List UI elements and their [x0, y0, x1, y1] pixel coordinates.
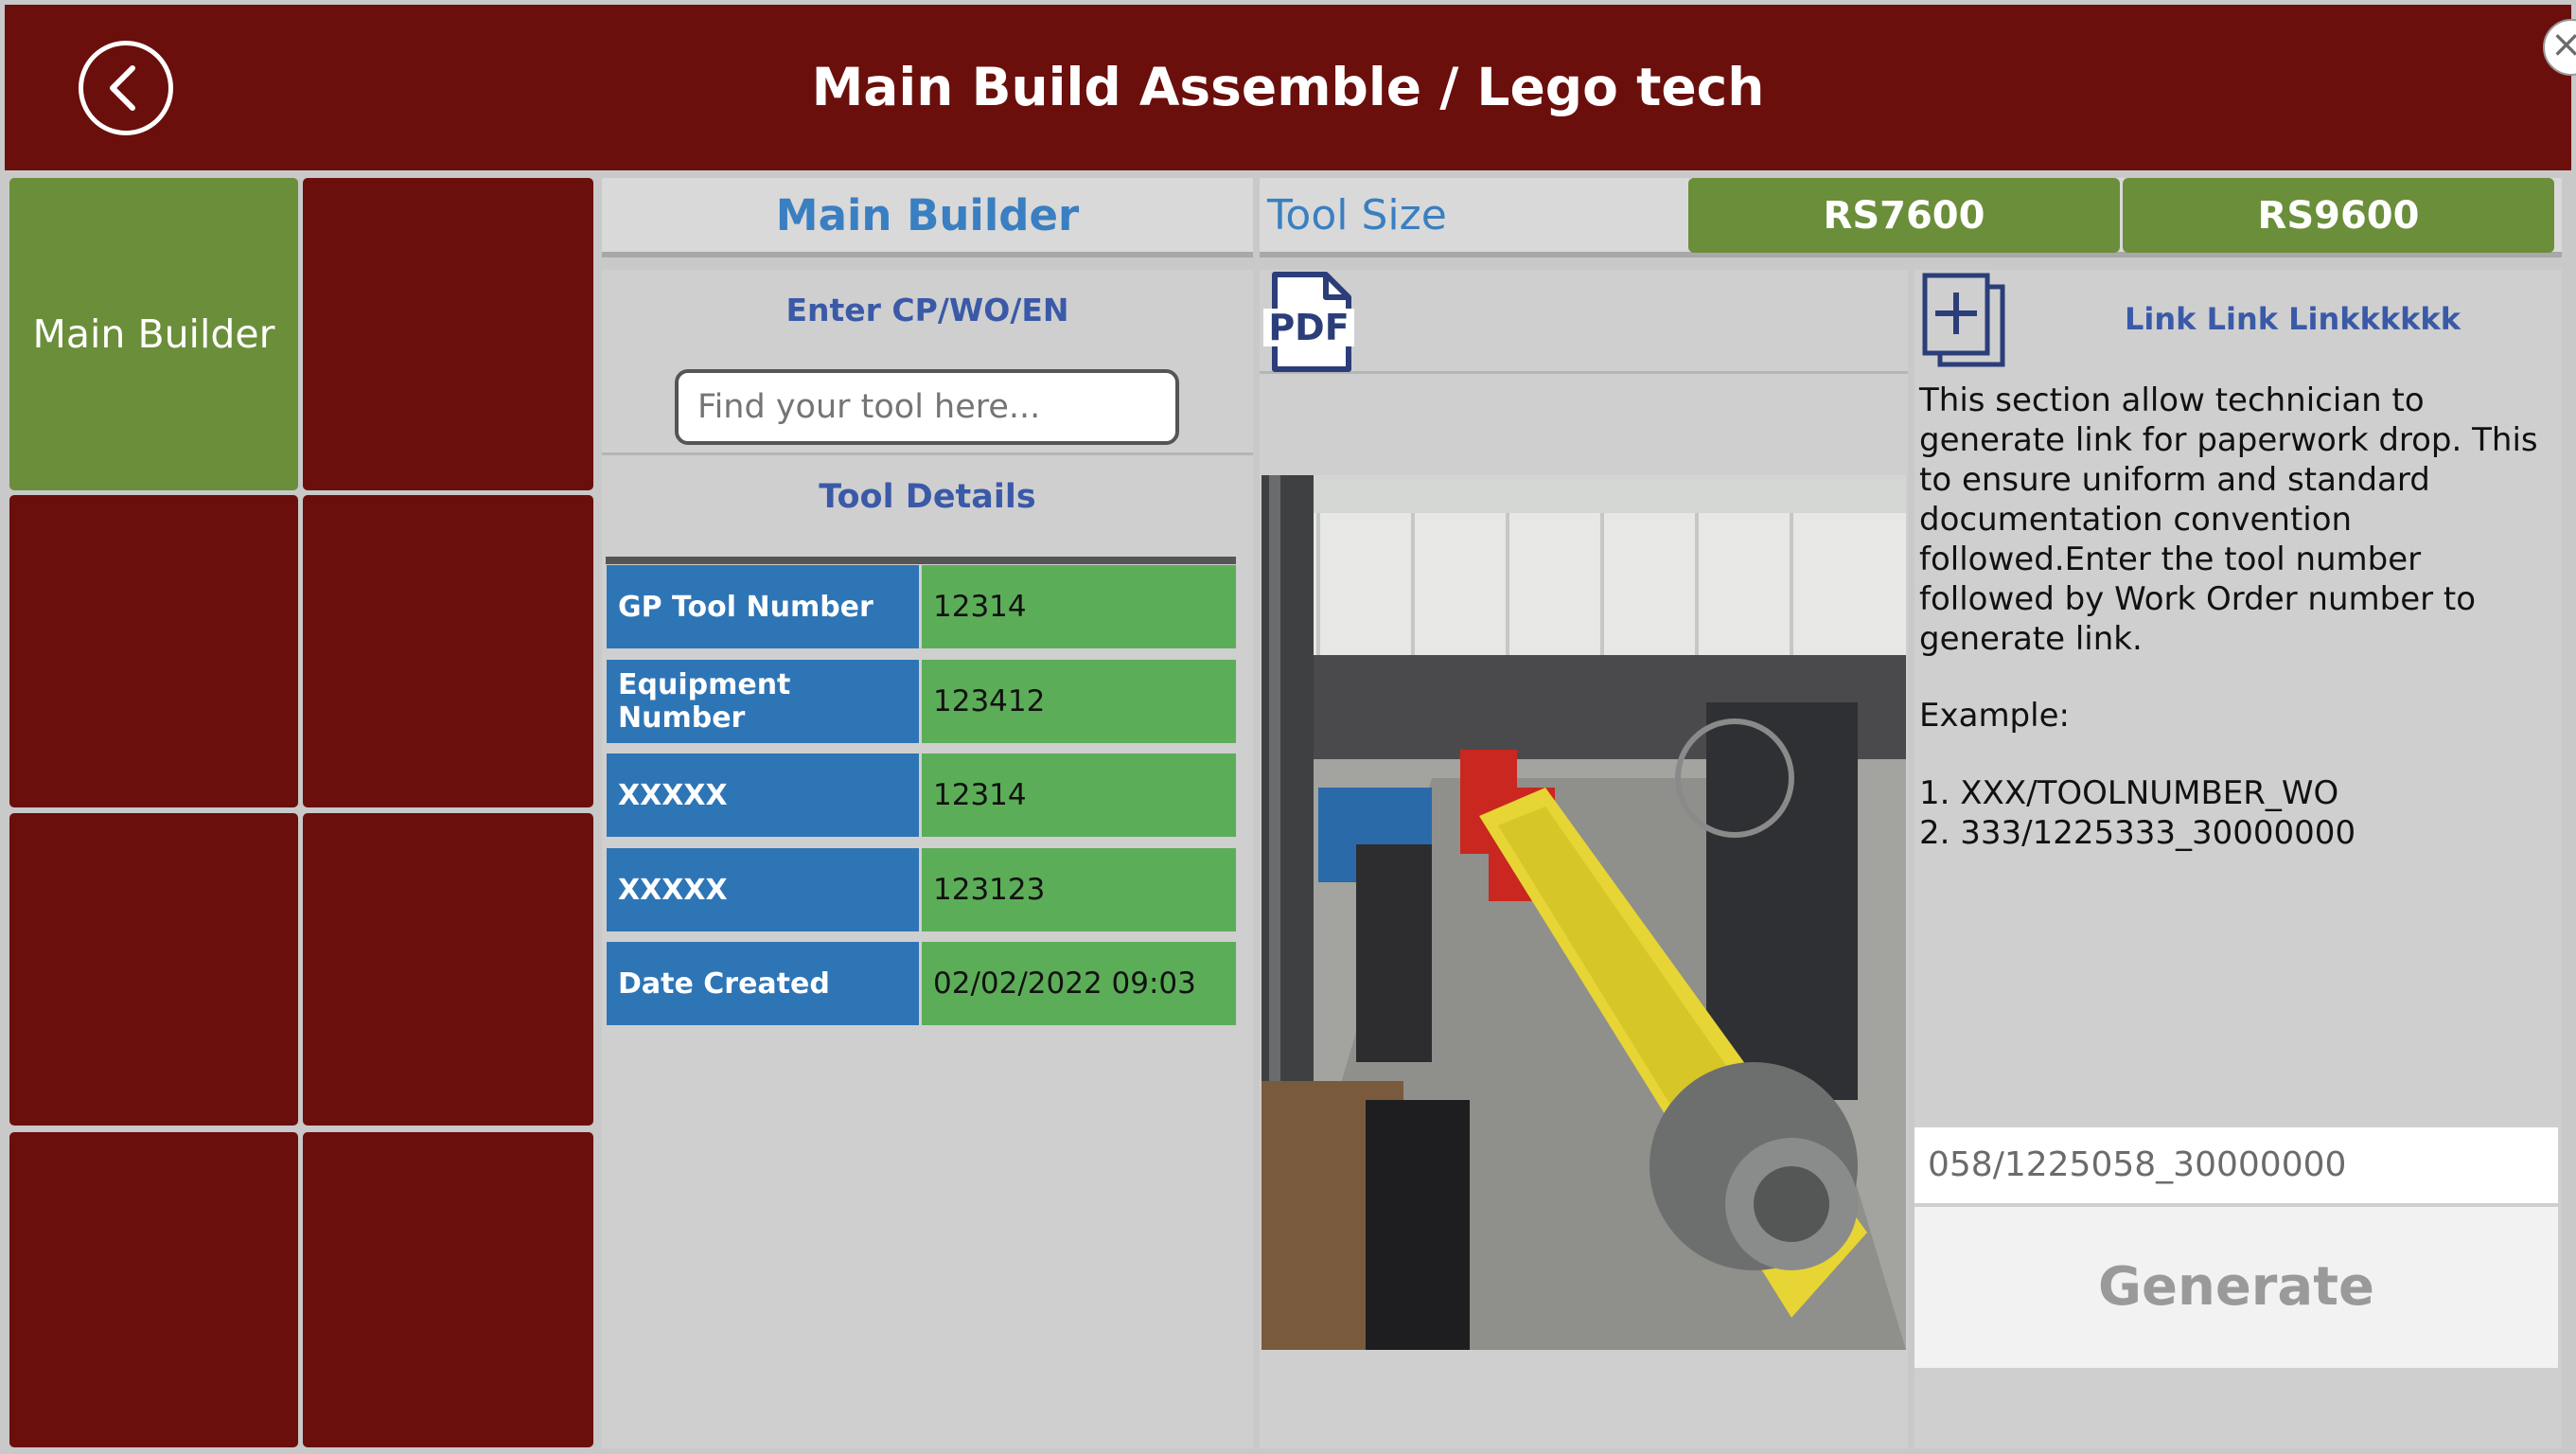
example-label: Example:: [1919, 697, 2070, 735]
detail-value: 02/02/2022 09:03: [922, 942, 1236, 1025]
detail-label: XXXXX: [607, 754, 919, 837]
table-top-border: [606, 557, 1236, 564]
section-header: Main Builder: [602, 178, 1253, 257]
nav-tile[interactable]: [9, 813, 298, 1126]
size-button-rs9600[interactable]: RS9600: [2123, 178, 2554, 253]
nav-tile-label: Main Builder: [32, 311, 275, 357]
workshop-photo: [1262, 475, 1906, 1350]
pdf-button[interactable]: PDF: [1262, 271, 1356, 373]
divider: [1260, 371, 1908, 374]
add-document-button[interactable]: [1917, 272, 2012, 374]
add-document-icon: [1922, 273, 2005, 367]
detail-value: 12314: [922, 754, 1236, 837]
nav-tile[interactable]: [303, 1132, 593, 1447]
tool-details-title: Tool Details: [819, 478, 1036, 516]
example-item: 2. 333/1225333_30000000: [1919, 814, 2356, 852]
size-button-rs7600[interactable]: RS7600: [1688, 178, 2120, 253]
link-title: Link Link Linkkkkkk: [2125, 301, 2461, 337]
detail-label: Date Created: [607, 942, 919, 1025]
divider: [602, 452, 1253, 455]
section-title: Main Builder: [775, 190, 1080, 240]
example-item: 1. XXX/TOOLNUMBER_WO: [1919, 774, 2339, 812]
link-input[interactable]: 058/1225058_30000000: [1914, 1127, 2558, 1203]
detail-value: 12314: [922, 565, 1236, 648]
detail-label: XXXXX: [607, 848, 919, 931]
close-icon: ×: [2550, 23, 2576, 66]
nav-tile[interactable]: [303, 178, 593, 490]
generate-button[interactable]: Generate: [1914, 1207, 2558, 1368]
pdf-icon-label: PDF: [1268, 307, 1350, 348]
detail-label: Equipment Number: [607, 660, 919, 743]
detail-label: GP Tool Number: [607, 565, 919, 648]
nav-tile[interactable]: [9, 1132, 298, 1447]
detail-value: 123412: [922, 660, 1236, 743]
nav-tile[interactable]: [9, 495, 298, 807]
link-description: This section allow technician to generat…: [1919, 381, 2538, 658]
page-title: Main Build Assemble / Lego tech: [811, 57, 1765, 117]
search-input[interactable]: [675, 369, 1179, 445]
tool-size-label: Tool Size: [1267, 191, 1447, 239]
workshop-image: [1262, 475, 1906, 1350]
nav-tile[interactable]: [303, 813, 593, 1126]
detail-value: 123123: [922, 848, 1236, 931]
nav-tile[interactable]: [303, 495, 593, 807]
search-label: Enter CP/WO/EN: [785, 292, 1069, 328]
nav-tile-main-builder[interactable]: Main Builder: [9, 178, 298, 490]
